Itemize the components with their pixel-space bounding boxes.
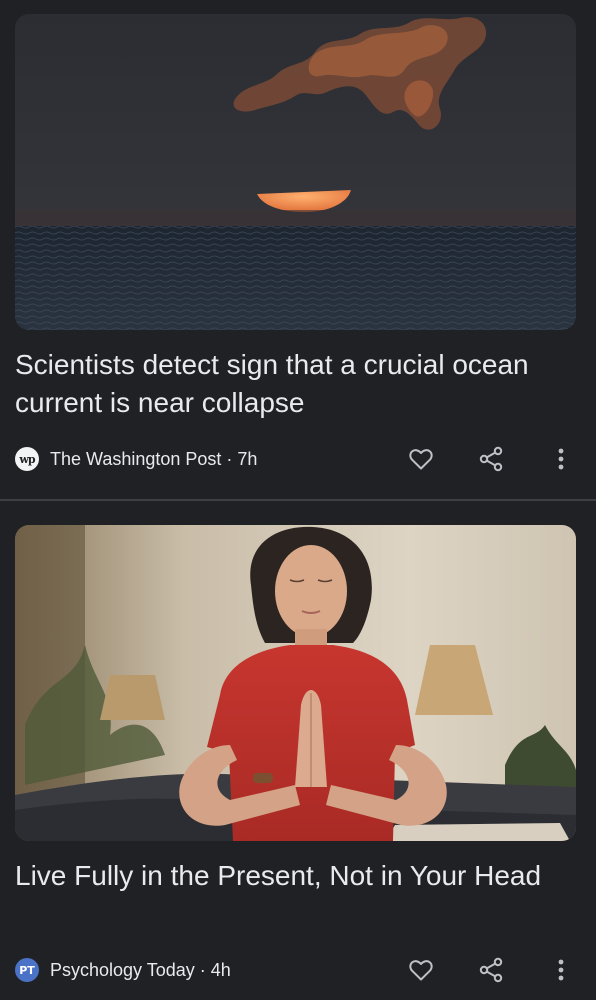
source-name: The Washington Post: [50, 449, 222, 469]
more-options-button[interactable]: [546, 955, 576, 985]
share-icon: [479, 957, 503, 983]
source-name: Psychology Today: [50, 960, 195, 980]
meta-separator: ·: [221, 449, 238, 469]
share-icon: [479, 446, 503, 472]
article-source-line[interactable]: Psychology Today · 4h: [50, 960, 231, 980]
like-button[interactable]: [406, 955, 436, 985]
ocean-sunset-image: [15, 14, 576, 330]
washington-post-logo: wp: [15, 447, 39, 471]
article-meta-row: wp The Washington Post · 7h: [15, 444, 581, 474]
article-meta-row: PT Psychology Today · 4h: [15, 955, 581, 985]
article-source-line[interactable]: The Washington Post · 7h: [50, 449, 257, 469]
like-button[interactable]: [406, 444, 436, 474]
article-card[interactable]: Live Fully in the Present, Not in Your H…: [0, 501, 596, 1000]
more-vert-icon: [558, 448, 564, 470]
heart-icon: [409, 449, 433, 470]
article-age: 7h: [237, 449, 258, 469]
meta-separator: ·: [194, 960, 211, 980]
share-button[interactable]: [476, 955, 506, 985]
article-image-meditation[interactable]: [15, 525, 576, 841]
more-options-button[interactable]: [546, 444, 576, 474]
article-headline[interactable]: Scientists detect sign that a crucial oc…: [15, 346, 555, 422]
article-image-ocean-sunset[interactable]: [15, 14, 576, 330]
share-button[interactable]: [476, 444, 506, 474]
article-age: 4h: [210, 960, 231, 980]
meditation-image: [15, 525, 576, 841]
heart-icon: [409, 960, 433, 981]
article-headline[interactable]: Live Fully in the Present, Not in Your H…: [15, 857, 555, 895]
more-vert-icon: [558, 959, 564, 981]
psychology-today-logo: PT: [15, 958, 39, 982]
article-card[interactable]: Scientists detect sign that a crucial oc…: [0, 0, 596, 500]
news-feed: Scientists detect sign that a crucial oc…: [0, 0, 596, 1000]
